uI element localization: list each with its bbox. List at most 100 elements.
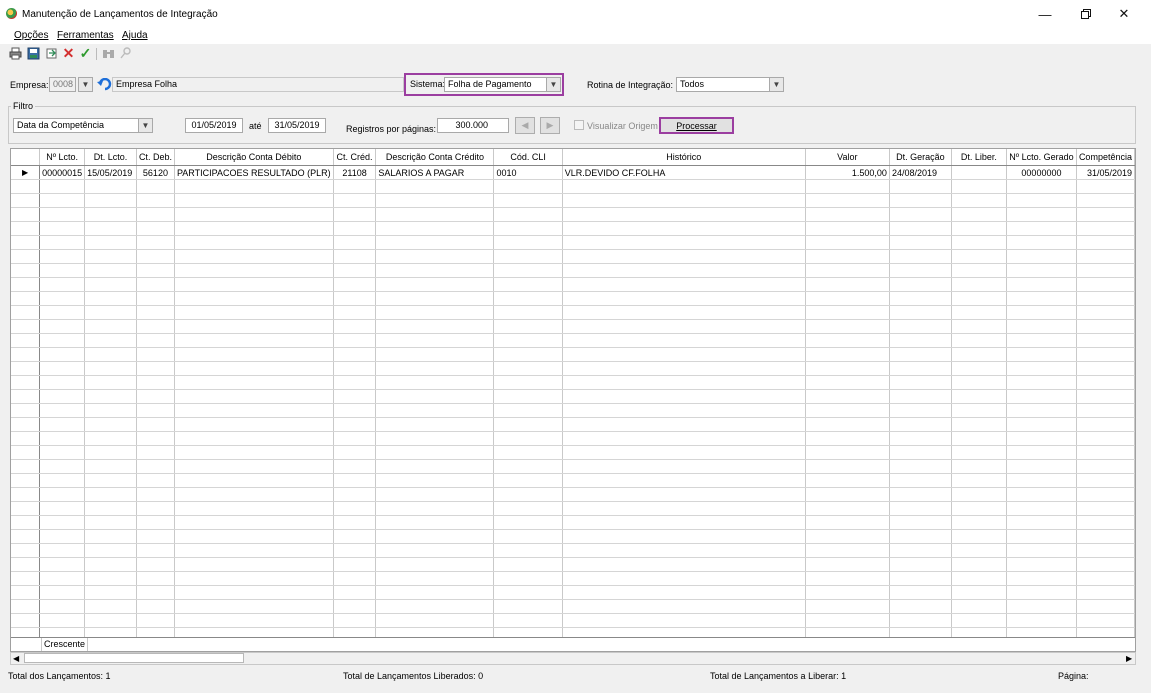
empty-cell[interactable]	[562, 291, 806, 306]
empty-cell[interactable]	[174, 235, 334, 250]
empty-cell[interactable]	[889, 487, 952, 502]
filtro-type-select[interactable]: Data da Competência	[13, 118, 139, 133]
empty-cell[interactable]	[136, 487, 175, 502]
empty-cell[interactable]	[375, 221, 495, 236]
empty-cell[interactable]	[174, 207, 334, 222]
empty-cell[interactable]	[562, 431, 806, 446]
empty-cell[interactable]	[805, 277, 890, 292]
empty-cell[interactable]	[39, 445, 86, 460]
empty-cell[interactable]	[375, 543, 495, 558]
empty-cell[interactable]	[951, 305, 1007, 320]
empty-cell[interactable]	[1076, 333, 1135, 348]
empty-cell[interactable]	[375, 417, 495, 432]
col-header-historico[interactable]: Histórico	[562, 149, 806, 166]
empty-cell[interactable]	[84, 291, 137, 306]
empty-cell[interactable]	[1076, 487, 1135, 502]
empty-cell[interactable]	[11, 599, 41, 614]
empty-cell[interactable]	[84, 417, 137, 432]
empty-cell[interactable]	[39, 207, 86, 222]
empty-cell[interactable]	[375, 263, 495, 278]
empty-cell[interactable]	[889, 277, 952, 292]
empty-cell[interactable]	[375, 445, 495, 460]
empty-cell[interactable]	[333, 305, 377, 320]
empty-cell[interactable]	[39, 473, 86, 488]
empty-cell[interactable]	[84, 403, 137, 418]
empty-cell[interactable]	[951, 445, 1007, 460]
empty-cell[interactable]	[11, 585, 41, 600]
empty-cell[interactable]	[562, 515, 806, 530]
empty-cell[interactable]	[136, 459, 175, 474]
empty-cell[interactable]	[174, 487, 334, 502]
empty-cell[interactable]	[375, 599, 495, 614]
empty-cell[interactable]	[1076, 375, 1135, 390]
empty-cell[interactable]	[333, 207, 377, 222]
empty-cell[interactable]	[39, 431, 86, 446]
empty-cell[interactable]	[493, 445, 563, 460]
empty-row[interactable]	[11, 543, 1135, 558]
empty-cell[interactable]	[375, 207, 495, 222]
empty-cell[interactable]	[136, 375, 175, 390]
empty-row[interactable]	[11, 515, 1135, 530]
empty-cell[interactable]	[805, 473, 890, 488]
empty-cell[interactable]	[39, 291, 86, 306]
empty-cell[interactable]	[174, 529, 334, 544]
empty-row[interactable]	[11, 501, 1135, 516]
empty-row[interactable]	[11, 431, 1135, 446]
empty-cell[interactable]	[493, 557, 563, 572]
empty-cell[interactable]	[493, 515, 563, 530]
empty-cell[interactable]	[11, 613, 41, 628]
empty-cell[interactable]	[1076, 263, 1135, 278]
scroll-right-icon[interactable]: ▶	[1126, 654, 1132, 663]
empty-cell[interactable]	[805, 529, 890, 544]
empty-cell[interactable]	[333, 459, 377, 474]
empty-cell[interactable]	[951, 361, 1007, 376]
empty-row[interactable]	[11, 333, 1135, 348]
empty-cell[interactable]	[1006, 263, 1077, 278]
empty-cell[interactable]	[805, 179, 890, 194]
empty-cell[interactable]	[174, 403, 334, 418]
empty-cell[interactable]	[333, 389, 377, 404]
empty-cell[interactable]	[84, 305, 137, 320]
empty-cell[interactable]	[39, 179, 86, 194]
menu-opcoes[interactable]: Opções	[14, 30, 48, 41]
empty-cell[interactable]	[174, 557, 334, 572]
empty-cell[interactable]	[493, 207, 563, 222]
empty-cell[interactable]	[951, 207, 1007, 222]
empty-cell[interactable]	[493, 403, 563, 418]
col-header-ctdeb[interactable]: Ct. Deb.	[136, 149, 175, 166]
empty-cell[interactable]	[493, 543, 563, 558]
cell-dtliber[interactable]	[951, 165, 1007, 180]
empty-cell[interactable]	[493, 221, 563, 236]
empty-cell[interactable]	[951, 277, 1007, 292]
restore-icon[interactable]	[1068, 0, 1104, 28]
empty-cell[interactable]	[889, 221, 952, 236]
empty-cell[interactable]	[375, 529, 495, 544]
empty-cell[interactable]	[889, 529, 952, 544]
col-header-codcli[interactable]: Cód. CLI	[493, 149, 563, 166]
empty-cell[interactable]	[889, 361, 952, 376]
empty-cell[interactable]	[136, 305, 175, 320]
empty-cell[interactable]	[39, 305, 86, 320]
empty-cell[interactable]	[493, 585, 563, 600]
empty-cell[interactable]	[39, 557, 86, 572]
empty-cell[interactable]	[805, 193, 890, 208]
empty-row[interactable]	[11, 459, 1135, 474]
empty-cell[interactable]	[805, 305, 890, 320]
empty-cell[interactable]	[136, 473, 175, 488]
empty-cell[interactable]	[493, 613, 563, 628]
binoculars-icon[interactable]	[101, 46, 116, 61]
cell-nlcto[interactable]: 00000015	[39, 165, 86, 180]
empty-cell[interactable]	[1006, 291, 1077, 306]
empty-cell[interactable]	[951, 529, 1007, 544]
empty-cell[interactable]	[493, 473, 563, 488]
empty-cell[interactable]	[39, 501, 86, 516]
empty-row[interactable]	[11, 389, 1135, 404]
empty-cell[interactable]	[1006, 333, 1077, 348]
empty-cell[interactable]	[174, 445, 334, 460]
empty-cell[interactable]	[136, 389, 175, 404]
empty-cell[interactable]	[39, 235, 86, 250]
empty-cell[interactable]	[375, 249, 495, 264]
empty-cell[interactable]	[84, 543, 137, 558]
empty-row[interactable]	[11, 599, 1135, 614]
empty-cell[interactable]	[136, 235, 175, 250]
